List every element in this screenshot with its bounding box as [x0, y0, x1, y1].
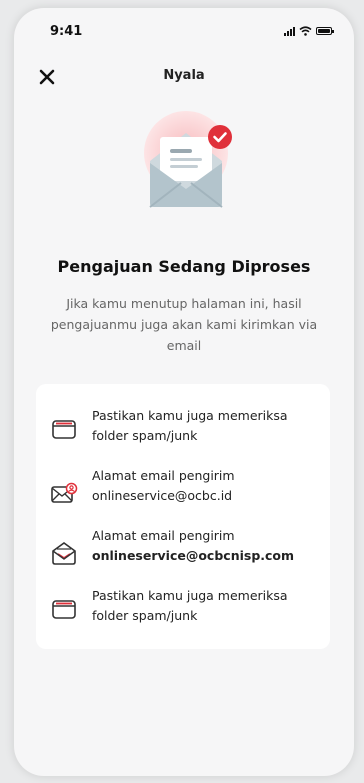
email-processing-illustration: [144, 111, 232, 208]
tips-card: Pastikan kamu juga memeriksa folder spam…: [36, 384, 330, 649]
status-time: 9:41: [50, 24, 83, 39]
cellular-signal-icon: [284, 26, 295, 36]
tip-text: Pastikan kamu juga memeriksa folder spam…: [92, 588, 288, 623]
wifi-icon: [299, 26, 312, 36]
tip-text: Alamat email pengirim onlineservice@ocbc…: [92, 468, 235, 503]
list-item: Pastikan kamu juga memeriksa folder spam…: [36, 406, 330, 456]
tip-text: Pastikan kamu juga memeriksa folder spam…: [92, 408, 288, 443]
list-item: Pastikan kamu juga memeriksa folder spam…: [36, 586, 330, 636]
list-item: Alamat email pengirim onlineservice@ocbc…: [36, 526, 330, 576]
status-bar: 9:41: [14, 8, 354, 48]
folder-icon: [52, 600, 76, 619]
headline: Pengajuan Sedang Diproses: [57, 257, 311, 276]
battery-icon: [316, 27, 334, 35]
page-title: Nyala: [163, 68, 205, 83]
description: Jika kamu menutup halaman ini, hasil pen…: [50, 296, 318, 353]
folder-icon: [52, 420, 76, 439]
tip-text: Alamat email pengirim onlineservice@ocbc…: [92, 528, 295, 563]
list-item: Alamat email pengirim onlineservice@ocbc…: [36, 466, 330, 516]
status-icons: [284, 26, 334, 36]
email-sender-icon: [51, 482, 78, 503]
phone-screen: 9:41 Nyala Pengajuan Sedang Diproses Jik…: [14, 8, 354, 776]
open-envelope-icon: [52, 542, 76, 565]
